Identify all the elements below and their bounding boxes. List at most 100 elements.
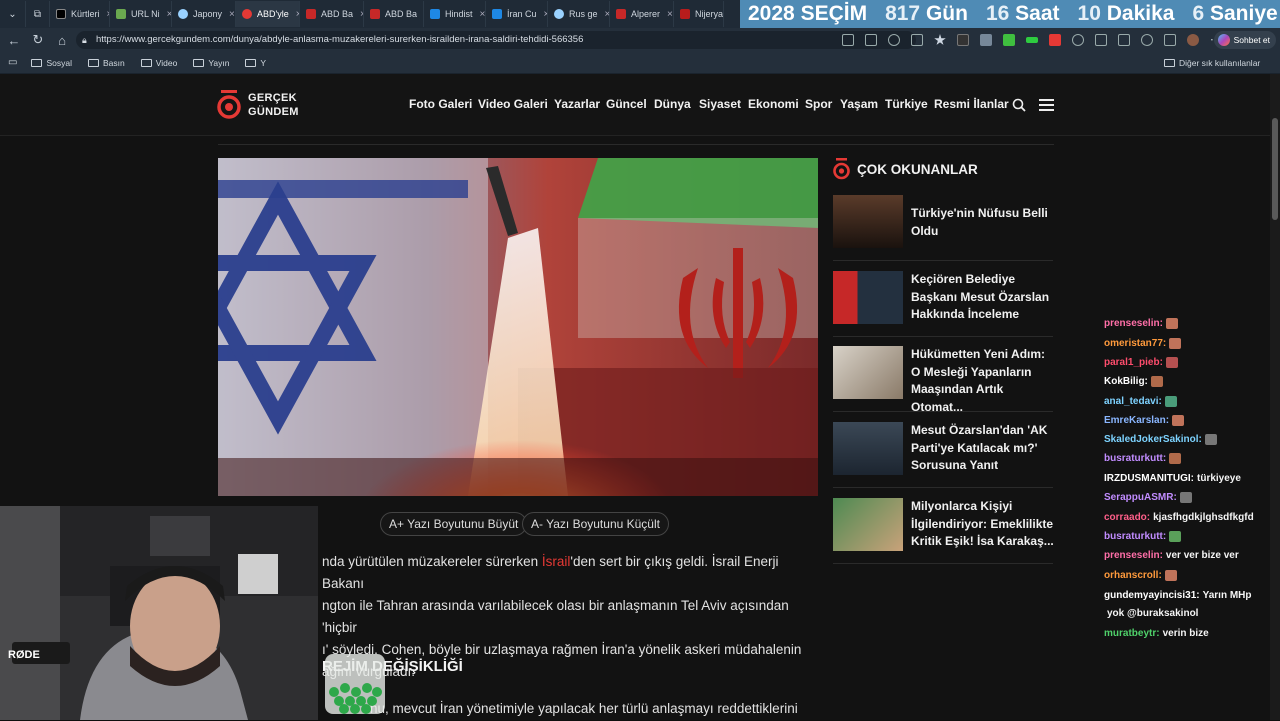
tab-iran[interactable]: İran Cu × — [486, 1, 548, 27]
chat-username[interactable]: EmreKarslan: — [1104, 415, 1169, 426]
copilot-chat-button[interactable]: Sohbet et — [1214, 31, 1276, 49]
chat-username[interactable]: busraturkutt: — [1104, 453, 1166, 464]
bookmark-manager-icon[interactable]: ▭ — [8, 57, 17, 68]
chat-username[interactable]: muratbeytr: — [1104, 628, 1160, 639]
back-icon[interactable]: ← — [2, 33, 26, 48]
tab-alperen[interactable]: Alperer × — [610, 1, 674, 27]
chat-username[interactable]: prenseselin: — [1104, 550, 1163, 561]
close-icon[interactable]: × — [229, 9, 235, 20]
star-icon[interactable] — [934, 34, 946, 45]
sidebar-item[interactable]: Keçiören Belediye Başkanı Mesut Özarslan… — [833, 271, 1053, 337]
nav-ekonomi[interactable]: Ekonomi — [748, 97, 799, 111]
page-scrollbar[interactable] — [1270, 74, 1280, 720]
favorites-icon[interactable] — [1118, 34, 1130, 46]
close-icon[interactable]: × — [667, 9, 673, 20]
extension-photo-icon[interactable] — [980, 34, 992, 46]
nav-foto-galeri[interactable]: Foto Galeri — [409, 97, 472, 111]
font-decrease-button[interactable]: A- Yazı Boyutunu Küçült — [522, 512, 669, 536]
webcam-overlay: RØDE — [0, 506, 318, 720]
reader-icon[interactable] — [888, 34, 900, 46]
chat-message: gundemyayincisi31: Yarın MHp — [1104, 590, 1252, 601]
chat-username[interactable]: omeristan77: — [1104, 338, 1166, 349]
nav-yazarlar[interactable]: Yazarlar — [554, 97, 600, 111]
workspaces-button[interactable]: ⧉ — [26, 1, 50, 27]
divider — [218, 144, 1054, 145]
tab-label: URL Ni — [131, 9, 160, 19]
chat-username[interactable]: orhanscroll: — [1104, 570, 1162, 581]
tab-rus[interactable]: Rus ge × — [548, 1, 610, 27]
chat-username[interactable]: paral1_pieb: — [1104, 357, 1163, 368]
extension-dark-icon[interactable] — [957, 34, 969, 46]
chat-username[interactable]: anal_tedavi: — [1104, 396, 1162, 407]
chat-username[interactable]: SerappuASMR: — [1104, 492, 1177, 503]
tab-label: İran Cu — [507, 9, 537, 19]
split-screen-icon[interactable] — [1095, 34, 1107, 46]
chat-username[interactable]: KokBilig: — [1104, 376, 1148, 387]
bookmark-folder-sosyal[interactable]: Sosyal — [31, 58, 72, 68]
extension-bar-icon[interactable] — [1026, 37, 1038, 43]
nav-yasam[interactable]: Yaşam — [840, 97, 878, 111]
sidebar-thumbnail — [833, 346, 903, 399]
heart-icon[interactable] — [1141, 34, 1153, 46]
nav-siyaset[interactable]: Siyaset — [699, 97, 741, 111]
nav-turkiye[interactable]: Türkiye — [885, 97, 928, 111]
chat-message: SerappuASMR: — [1104, 492, 1192, 503]
tab-url[interactable]: URL Ni × — [110, 1, 172, 27]
nav-dunya[interactable]: Dünya — [654, 97, 691, 111]
extension-puzzle-icon[interactable] — [1072, 34, 1084, 46]
sidebar-title: ÇOK OKUNANLAR — [857, 162, 978, 177]
chat-username[interactable]: gundemyayincisi31: — [1104, 590, 1200, 601]
collections-icon[interactable] — [1164, 34, 1176, 46]
chat-message: muratbeytr: verin bize — [1104, 628, 1209, 639]
chat-username[interactable]: corraado: — [1104, 512, 1150, 523]
chat-username[interactable]: busraturkutt: — [1104, 531, 1166, 542]
chat-username[interactable]: IRZDUSMANITUGI: — [1104, 473, 1194, 484]
nav-video-galeri[interactable]: Video Galeri — [478, 97, 548, 111]
israil-link[interactable]: İsrail — [542, 554, 571, 569]
tab-hindistan[interactable]: Hindist × — [424, 1, 486, 27]
bookmark-folder-y[interactable]: Y — [245, 58, 266, 68]
bookmark-folder-yayin[interactable]: Yayın — [193, 58, 229, 68]
address-bar-row: ← ↻ ⌂ 🔒︎ https://www.gercekgundem.com/du… — [0, 28, 1280, 52]
extension-green-icon[interactable] — [1003, 34, 1015, 46]
grid-icon[interactable] — [842, 34, 854, 46]
sidebar-item[interactable]: Mesut Özarslan'dan 'AK Parti'ye Katılaca… — [833, 422, 1053, 488]
search-icon[interactable] — [1012, 98, 1026, 112]
avatar[interactable] — [1187, 34, 1199, 46]
tab-kurtleri[interactable]: Kürtleri × — [50, 1, 110, 27]
sidebar-item[interactable]: Hükümetten Yeni Adım: O Mesleği Yapanlar… — [833, 346, 1053, 414]
tab-nijerya[interactable]: Nijerya — [674, 1, 724, 27]
tab-menu-button[interactable]: ⌄ — [0, 1, 26, 27]
bookmark-folder-video[interactable]: Video — [140, 57, 178, 68]
site-logo[interactable]: GERÇEK GÜNDEM — [217, 89, 317, 123]
close-icon[interactable]: × — [480, 9, 485, 20]
chat-username[interactable]: SkaledJokerSakinol: — [1104, 434, 1202, 445]
url-field[interactable]: 🔒︎ https://www.gercekgundem.com/dunya/ab… — [76, 31, 916, 49]
nav-resmi-ilanlar[interactable]: Resmi İlanlar — [934, 97, 1009, 111]
bookmark-folder-basin[interactable]: Basın — [87, 58, 125, 68]
chat-emote-icon — [1169, 531, 1182, 542]
reload-icon[interactable]: ↻ — [26, 32, 50, 48]
tab-abd-ba-2[interactable]: ABD Ba × — [364, 1, 424, 27]
news-favicon-icon — [616, 9, 626, 19]
extension-red-icon[interactable] — [1049, 34, 1061, 46]
tab-japonya[interactable]: Japony × — [172, 1, 236, 27]
nav-guncel[interactable]: Güncel — [606, 97, 647, 111]
chat-message: KokBilig: — [1104, 376, 1163, 387]
zoom-icon[interactable] — [911, 34, 923, 46]
tab-abdyle[interactable]: ABD'yle × — [236, 1, 300, 27]
sidebar-item[interactable]: Türkiye'nin Nüfusu Belli Oldu — [833, 195, 1053, 261]
chat-username[interactable]: prenseselin: — [1104, 318, 1163, 329]
home-icon[interactable]: ⌂ — [50, 33, 74, 48]
other-bookmarks[interactable]: Diğer sık kullanılanlar — [1164, 58, 1260, 68]
tab-abd-ba-1[interactable]: ABD Ba × — [300, 1, 364, 27]
trt-favicon-icon — [430, 9, 440, 19]
scrollbar-thumb[interactable] — [1272, 118, 1278, 220]
font-increase-button[interactable]: A+ Yazı Boyutunu Büyüt — [380, 512, 528, 536]
hamburger-menu-icon[interactable] — [1039, 99, 1054, 111]
sidebar-item[interactable]: Milyonlarca Kişiyi İlgilendiriyor: Emekl… — [833, 498, 1054, 564]
translate-icon[interactable] — [865, 34, 877, 46]
bookmark-label: Video — [155, 57, 178, 68]
chat-message: corraado: kjasfhgdkjlghsdfkgfd — [1104, 512, 1254, 523]
nav-spor[interactable]: Spor — [805, 97, 832, 111]
